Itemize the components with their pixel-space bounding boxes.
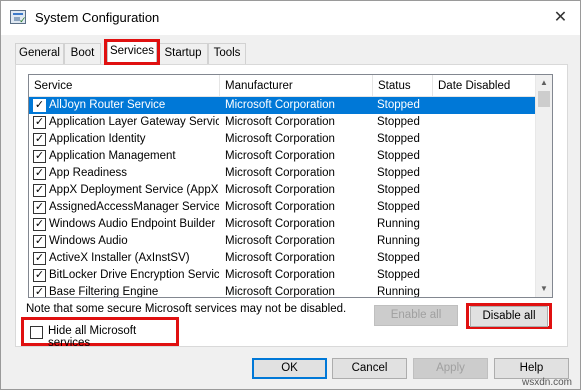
column-header-status[interactable]: Status [373, 75, 433, 97]
service-status: Stopped [377, 201, 420, 213]
service-name: AppX Deployment Service (AppX... [49, 184, 219, 196]
service-status: Running [377, 218, 420, 230]
tab-startup[interactable]: Startup [158, 43, 208, 64]
table-row[interactable]: ✓ AllJoyn Router Service Microsoft Corpora… [29, 97, 537, 114]
service-status: Stopped [377, 269, 420, 281]
service-manufacturer: Microsoft Corporation [225, 269, 335, 281]
table-row[interactable]: ✓ AssignedAccessManager Service Microsoft … [29, 199, 537, 216]
service-status: Stopped [377, 167, 420, 179]
title-bar: ✓ System Configuration ✕ [1, 1, 580, 35]
service-name: AllJoyn Router Service [49, 99, 166, 111]
service-checkbox[interactable]: ✓ [33, 133, 46, 146]
scroll-down-icon[interactable]: ▼ [536, 281, 552, 297]
service-checkbox[interactable]: ✓ [33, 99, 46, 112]
secure-services-note: Note that some secure Microsoft services… [26, 303, 347, 315]
disable-all-button[interactable]: Disable all [470, 306, 548, 327]
service-name: ActiveX Installer (AxInstSV) [49, 252, 190, 264]
table-row[interactable]: ✓ Application Management Microsoft Corpora… [29, 148, 537, 165]
table-row[interactable]: ✓ Windows Audio Endpoint Builder Microsoft… [29, 216, 537, 233]
table-row[interactable]: ✓ BitLocker Drive Encryption Service Micro… [29, 267, 537, 284]
service-name: Windows Audio [49, 235, 128, 247]
service-manufacturer: Microsoft Corporation [225, 133, 335, 145]
service-manufacturer: Microsoft Corporation [225, 184, 335, 196]
apply-button[interactable]: Apply [413, 358, 488, 379]
list-header: Service Manufacturer Status Date Disable… [29, 75, 537, 97]
service-name: Application Identity [49, 133, 146, 145]
close-icon[interactable]: ✕ [541, 3, 580, 33]
table-row[interactable]: ✓ Base Filtering Engine Microsoft Corporat… [29, 284, 537, 298]
service-manufacturer: Microsoft Corporation [225, 99, 335, 111]
column-header-manufacturer[interactable]: Manufacturer [220, 75, 373, 97]
table-row[interactable]: ✓ AppX Deployment Service (AppX... Microso… [29, 182, 537, 199]
service-status: Stopped [377, 252, 420, 264]
service-status: Stopped [377, 133, 420, 145]
table-row[interactable]: ✓ Application Identity Microsoft Corporati… [29, 131, 537, 148]
service-manufacturer: Microsoft Corporation [225, 252, 335, 264]
service-checkbox[interactable]: ✓ [33, 201, 46, 214]
watermark: wsxdn.com [522, 377, 573, 388]
column-header-date-disabled[interactable]: Date Disabled [433, 75, 537, 97]
service-checkbox[interactable]: ✓ [33, 286, 46, 297]
service-manufacturer: Microsoft Corporation [225, 286, 335, 298]
service-manufacturer: Microsoft Corporation [225, 218, 335, 230]
hide-ms-label[interactable]: Hide all Microsoft services [48, 325, 176, 349]
service-checkbox[interactable]: ✓ [33, 269, 46, 282]
service-name: AssignedAccessManager Service [49, 201, 219, 213]
services-list[interactable]: Service Manufacturer Status Date Disable… [28, 74, 553, 298]
scroll-up-icon[interactable]: ▲ [536, 75, 552, 91]
service-name: Windows Audio Endpoint Builder [49, 218, 216, 230]
tab-general[interactable]: General [15, 43, 64, 64]
ok-button[interactable]: OK [252, 358, 327, 379]
window-title: System Configuration [35, 10, 160, 25]
cancel-button[interactable]: Cancel [332, 358, 407, 379]
service-checkbox[interactable]: ✓ [33, 184, 46, 197]
system-configuration-window: ✓ System Configuration ✕ General Boot Se… [0, 0, 581, 390]
tab-tools[interactable]: Tools [208, 43, 246, 64]
service-checkbox[interactable]: ✓ [33, 116, 46, 129]
service-status: Stopped [377, 184, 420, 196]
service-name: BitLocker Drive Encryption Service [49, 269, 219, 281]
service-status: Running [377, 286, 420, 298]
service-checkbox[interactable]: ✓ [33, 218, 46, 231]
service-status: Stopped [377, 150, 420, 162]
services-tab-highlight [104, 39, 160, 65]
msconfig-app-icon: ✓ [10, 10, 27, 25]
service-manufacturer: Microsoft Corporation [225, 150, 335, 162]
service-status: Stopped [377, 116, 420, 128]
hide-ms-highlight: Hide all Microsoft services [21, 317, 179, 349]
service-name: Application Layer Gateway Service [49, 116, 219, 128]
service-checkbox[interactable]: ✓ [33, 252, 46, 265]
help-button[interactable]: Help [494, 358, 569, 379]
scroll-thumb[interactable] [538, 91, 550, 107]
table-row[interactable]: ✓ Application Layer Gateway Service Micros… [29, 114, 537, 131]
service-status: Running [377, 235, 420, 247]
service-name: Base Filtering Engine [49, 286, 159, 298]
service-name: Application Management [49, 150, 176, 162]
tab-boot[interactable]: Boot [64, 43, 101, 64]
service-name: App Readiness [49, 167, 127, 179]
service-checkbox[interactable]: ✓ [33, 167, 46, 180]
service-manufacturer: Microsoft Corporation [225, 201, 335, 213]
column-header-service[interactable]: Service [29, 75, 220, 97]
service-manufacturer: Microsoft Corporation [225, 167, 335, 179]
service-manufacturer: Microsoft Corporation [225, 235, 335, 247]
service-checkbox[interactable]: ✓ [33, 235, 46, 248]
service-rows: ✓ AllJoyn Router Service Microsoft Corpora… [29, 97, 537, 298]
vertical-scrollbar[interactable]: ▲ ▼ [535, 75, 552, 297]
table-row[interactable]: ✓ App Readiness Microsoft Corporation Stopp… [29, 165, 537, 182]
service-checkbox[interactable]: ✓ [33, 150, 46, 163]
service-status: Stopped [377, 99, 420, 111]
service-manufacturer: Microsoft Corporation [225, 116, 335, 128]
enable-all-button[interactable]: Enable all [374, 305, 458, 326]
table-row[interactable]: ✓ Windows Audio Microsoft Corporation Runni… [29, 233, 537, 250]
table-row[interactable]: ✓ ActiveX Installer (AxInstSV) Microsoft C… [29, 250, 537, 267]
hide-ms-checkbox[interactable] [30, 326, 43, 339]
